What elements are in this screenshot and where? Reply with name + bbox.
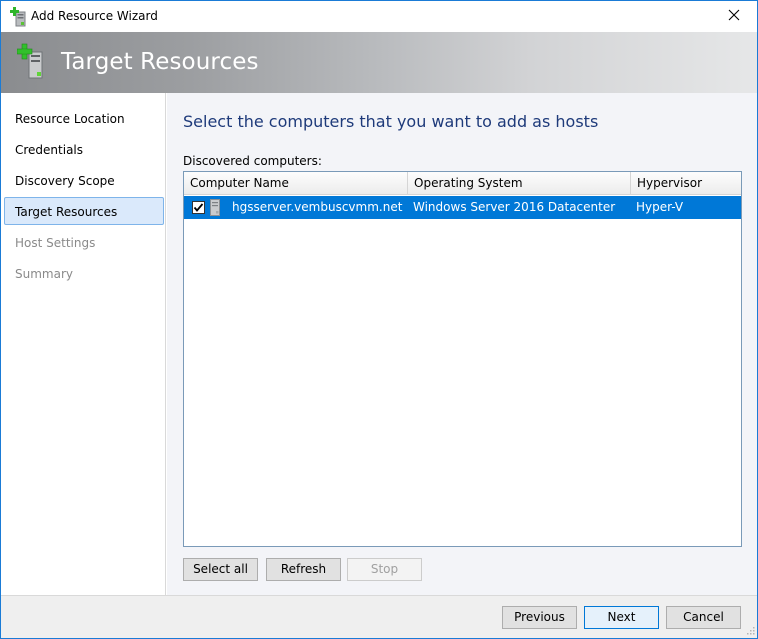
resize-grip-icon[interactable] (745, 626, 755, 636)
next-button[interactable]: Next (584, 606, 659, 629)
wizard-window: Add Resource Wizard Target Resources Res… (0, 0, 758, 639)
close-icon (728, 9, 740, 24)
discovered-computers-label: Discovered computers: (183, 154, 322, 168)
sidebar-item-target-resources[interactable]: Target Resources (4, 197, 164, 225)
row-checkbox[interactable] (192, 201, 205, 214)
section-heading: Select the computers that you want to ad… (183, 112, 599, 131)
sidebar-item-discovery-scope[interactable]: Discovery Scope (4, 166, 164, 194)
discovered-computers-table[interactable]: Computer Name Operating System Hyperviso… (183, 171, 742, 547)
sidebar-item-summary: Summary (15, 267, 73, 281)
column-header-operating-system[interactable]: Operating System (408, 172, 631, 195)
stop-button: Stop (347, 558, 422, 581)
table-row[interactable]: hgsserver.vembuscvmm.net Windows Server … (184, 196, 741, 219)
column-header-hypervisor[interactable]: Hypervisor (631, 172, 741, 195)
cell-hypervisor: Hyper-V (636, 200, 684, 214)
cell-operating-system: Windows Server 2016 Datacenter (413, 200, 616, 214)
cancel-button[interactable]: Cancel (666, 606, 741, 629)
page-title: Target Resources (61, 49, 259, 75)
window-title: Add Resource Wizard (31, 9, 158, 23)
add-server-icon (10, 7, 28, 27)
server-icon (210, 199, 220, 216)
sidebar-item-credentials[interactable]: Credentials (4, 135, 164, 163)
wizard-steps-nav: Resource Location Credentials Discovery … (1, 93, 166, 595)
add-server-icon (16, 43, 49, 81)
wizard-footer: Previous Next Cancel (1, 595, 757, 638)
title-bar: Add Resource Wizard (1, 1, 757, 32)
previous-button[interactable]: Previous (502, 606, 577, 629)
checkmark-icon (193, 203, 204, 212)
select-all-button[interactable]: Select all (183, 558, 258, 581)
main-content: Select the computers that you want to ad… (167, 93, 757, 595)
page-banner: Target Resources (1, 32, 757, 93)
column-header-computer-name[interactable]: Computer Name (184, 172, 408, 195)
close-button[interactable] (711, 1, 757, 32)
refresh-button[interactable]: Refresh (266, 558, 341, 581)
table-header: Computer Name Operating System Hyperviso… (184, 172, 741, 195)
sidebar-item-host-settings: Host Settings (15, 236, 96, 250)
cell-computer-name: hgsserver.vembuscvmm.net (232, 200, 403, 214)
sidebar-item-resource-location[interactable]: Resource Location (4, 104, 164, 132)
